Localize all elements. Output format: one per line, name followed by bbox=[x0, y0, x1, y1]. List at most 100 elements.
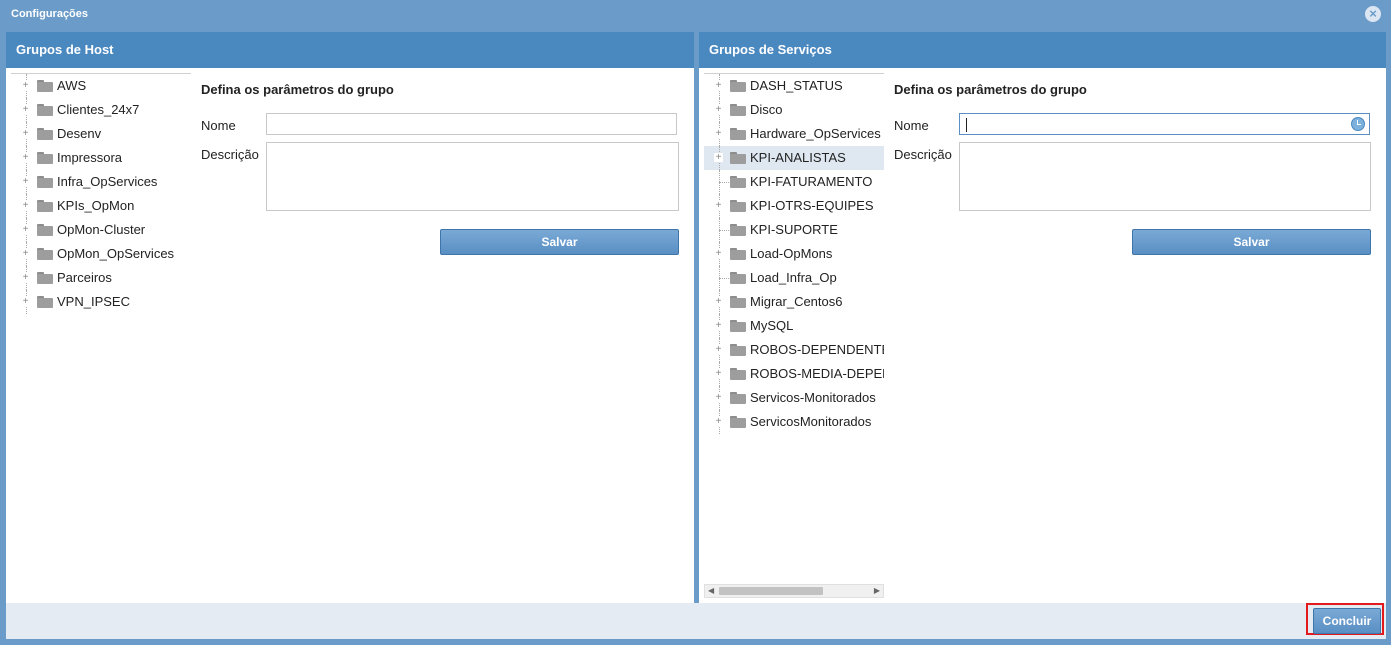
tree-item[interactable]: + Servicos-Monitorados bbox=[704, 386, 884, 410]
tree-item-label: KPI-FATURAMENTO bbox=[750, 174, 873, 189]
folder-icon bbox=[730, 296, 746, 308]
expand-icon[interactable]: + bbox=[714, 81, 723, 91]
config-dialog: Configurações × Grupos de Host + AWS + Clie… bbox=[0, 0, 1391, 645]
service-name-input[interactable] bbox=[959, 113, 1370, 135]
service-name-label: Nome bbox=[894, 118, 929, 133]
service-form-title: Defina os parâmetros do grupo bbox=[894, 82, 1087, 97]
service-tree-hscrollbar[interactable]: ◀ ▶ bbox=[704, 584, 884, 598]
expand-icon[interactable]: + bbox=[21, 225, 30, 235]
tree-item[interactable]: + Impressora bbox=[11, 146, 191, 170]
tree-item-label: Servicos-Monitorados bbox=[750, 390, 876, 405]
tree-item-label: DASH_STATUS bbox=[750, 78, 843, 93]
tree-item-label: ROBOS-MEDIA-DEPENDENTES bbox=[750, 366, 884, 381]
tree-item[interactable]: + OpMon_OpServices bbox=[11, 242, 191, 266]
tree-item[interactable]: + ServicosMonitorados bbox=[704, 410, 884, 434]
host-save-button[interactable]: Salvar bbox=[440, 229, 679, 255]
tree-item-label: KPI-SUPORTE bbox=[750, 222, 838, 237]
expand-icon[interactable]: + bbox=[21, 177, 30, 187]
expand-icon[interactable]: + bbox=[714, 129, 723, 139]
tree-item[interactable]: + KPIs_OpMon bbox=[11, 194, 191, 218]
expand-icon[interactable]: + bbox=[714, 369, 723, 379]
tree-item[interactable]: + AWS bbox=[11, 74, 191, 98]
dialog-title: Configurações bbox=[11, 8, 89, 20]
folder-icon bbox=[37, 80, 53, 92]
scroll-left-icon[interactable]: ◀ bbox=[708, 586, 714, 595]
service-groups-header: Grupos de Serviços bbox=[699, 32, 1386, 68]
folder-icon bbox=[730, 104, 746, 116]
tree-item[interactable]: + Desenv bbox=[11, 122, 191, 146]
clock-icon[interactable] bbox=[1351, 117, 1365, 131]
host-name-input[interactable] bbox=[266, 113, 677, 135]
expand-icon[interactable]: + bbox=[21, 81, 30, 91]
tree-item[interactable]: + MySQL bbox=[704, 314, 884, 338]
close-icon[interactable]: × bbox=[1365, 6, 1381, 22]
folder-icon bbox=[37, 152, 53, 164]
tree-item[interactable]: + ROBOS-DEPENDENTES bbox=[704, 338, 884, 362]
expand-icon[interactable]: + bbox=[21, 153, 30, 163]
tree-item[interactable]: + KPI-OTRS-EQUIPES bbox=[704, 194, 884, 218]
tree-leaf-line bbox=[719, 278, 729, 279]
expand-icon[interactable]: + bbox=[21, 249, 30, 259]
tree-item[interactable]: Load_Infra_Op bbox=[704, 266, 884, 290]
expand-icon[interactable]: + bbox=[21, 201, 30, 211]
folder-icon bbox=[730, 200, 746, 212]
expand-icon[interactable]: + bbox=[714, 321, 723, 331]
expand-icon[interactable]: + bbox=[21, 105, 30, 115]
folder-icon bbox=[730, 224, 746, 236]
service-save-button[interactable]: Salvar bbox=[1132, 229, 1371, 255]
folder-icon bbox=[730, 152, 746, 164]
tree-item-label: Hardware_OpServices bbox=[750, 126, 881, 141]
tree-item[interactable]: KPI-FATURAMENTO bbox=[704, 170, 884, 194]
scroll-thumb[interactable] bbox=[719, 587, 823, 595]
folder-icon bbox=[37, 104, 53, 116]
tree-item[interactable]: + Clientes_24x7 bbox=[11, 98, 191, 122]
folder-icon bbox=[730, 392, 746, 404]
expand-icon[interactable]: + bbox=[21, 297, 30, 307]
folder-icon bbox=[730, 416, 746, 428]
folder-icon bbox=[730, 368, 746, 380]
host-name-label: Nome bbox=[201, 118, 236, 133]
folder-icon bbox=[730, 248, 746, 260]
service-description-label: Descrição bbox=[894, 147, 952, 162]
tree-item[interactable]: + OpMon-Cluster bbox=[11, 218, 191, 242]
tree-item[interactable]: + VPN_IPSEC bbox=[11, 290, 191, 314]
tree-item-label: ROBOS-DEPENDENTES bbox=[750, 342, 884, 357]
tree-item-label: Migrar_Centos6 bbox=[750, 294, 843, 309]
expand-icon[interactable]: + bbox=[714, 105, 723, 115]
folder-icon bbox=[37, 200, 53, 212]
expand-icon[interactable]: + bbox=[714, 201, 723, 211]
tree-item-label: Disco bbox=[750, 102, 783, 117]
folder-icon bbox=[37, 296, 53, 308]
expand-icon[interactable]: + bbox=[714, 393, 723, 403]
tree-item-label: MySQL bbox=[750, 318, 794, 333]
tree-item[interactable]: + ROBOS-MEDIA-DEPENDENTES bbox=[704, 362, 884, 386]
conclude-button[interactable]: Concluir bbox=[1313, 608, 1381, 634]
tree-item[interactable]: KPI-SUPORTE bbox=[704, 218, 884, 242]
tree-item[interactable]: + Load-OpMons bbox=[704, 242, 884, 266]
service-description-input[interactable] bbox=[959, 142, 1371, 211]
tree-item[interactable]: + Disco bbox=[704, 98, 884, 122]
tree-item[interactable]: + Infra_OpServices bbox=[11, 170, 191, 194]
title-bar[interactable]: Configurações × bbox=[0, 0, 1391, 28]
folder-icon bbox=[730, 128, 746, 140]
expand-icon[interactable]: + bbox=[714, 153, 723, 163]
expand-icon[interactable]: + bbox=[714, 417, 723, 427]
tree-item[interactable]: + DASH_STATUS bbox=[704, 74, 884, 98]
tree-item[interactable]: + Hardware_OpServices bbox=[704, 122, 884, 146]
folder-icon bbox=[37, 128, 53, 140]
tree-item[interactable]: + Migrar_Centos6 bbox=[704, 290, 884, 314]
tree-item-label: KPIs_OpMon bbox=[57, 198, 135, 213]
expand-icon[interactable]: + bbox=[21, 273, 30, 283]
tree-item[interactable]: + Parceiros bbox=[11, 266, 191, 290]
tree-item-label: VPN_IPSEC bbox=[57, 294, 130, 309]
tree-item-label: Load-OpMons bbox=[750, 246, 833, 261]
expand-icon[interactable]: + bbox=[714, 345, 723, 355]
folder-icon bbox=[730, 80, 746, 92]
tree-item[interactable]: + KPI-ANALISTAS bbox=[704, 146, 884, 170]
scroll-right-icon[interactable]: ▶ bbox=[874, 586, 880, 595]
dialog-footer: Concluir bbox=[6, 603, 1386, 639]
host-description-input[interactable] bbox=[266, 142, 679, 211]
expand-icon[interactable]: + bbox=[714, 297, 723, 307]
expand-icon[interactable]: + bbox=[714, 249, 723, 259]
expand-icon[interactable]: + bbox=[21, 129, 30, 139]
